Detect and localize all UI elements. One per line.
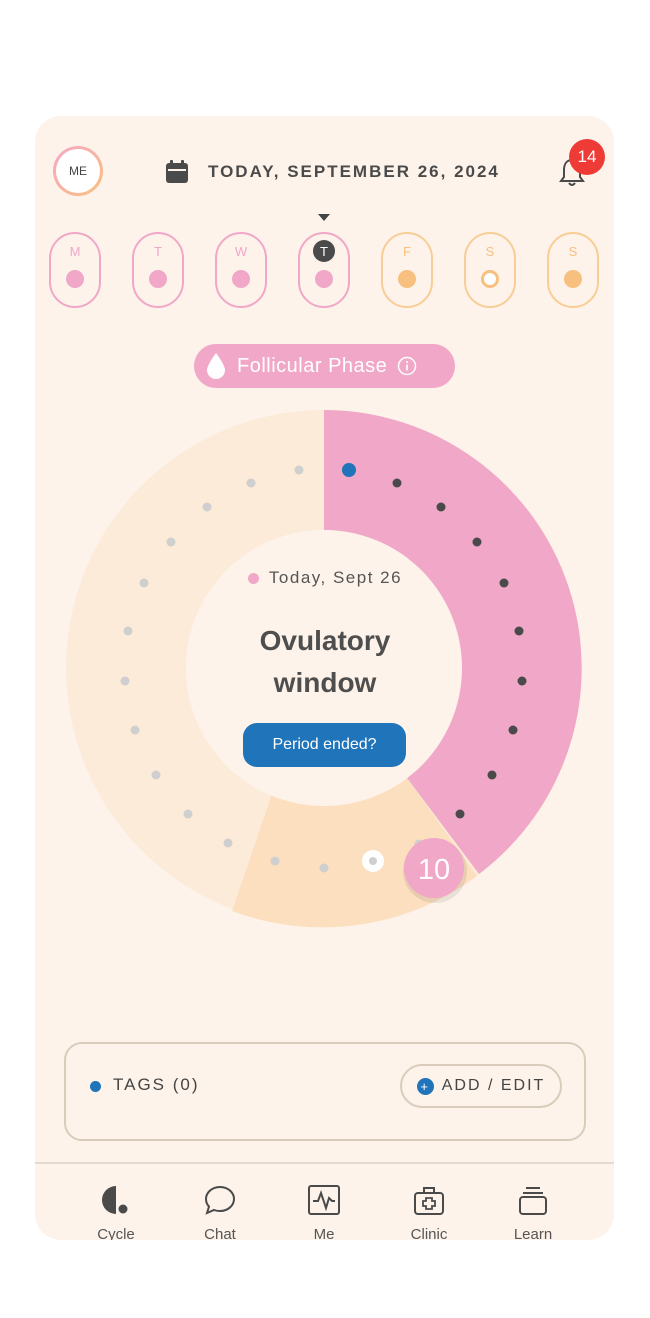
current-day-number: 10 [418,854,450,886]
medical-bag-icon [414,1187,444,1215]
nav-divider [35,1162,614,1164]
day-dot [436,502,446,512]
nav-label: Cycle [97,1226,135,1240]
nav-cycle[interactable]: Cycle [76,1184,156,1240]
add-edit-tags-button[interactable]: + ADD / EDIT [400,1064,562,1108]
activity-icon [308,1185,340,1215]
plus-icon: + [416,1077,434,1095]
nav-label: Chat [204,1226,236,1240]
day-dot [166,537,176,547]
day-dot [508,725,518,735]
bottom-nav: Cycle Chat Me Clinic Learn [35,1166,614,1240]
day-dot [294,465,304,475]
day-dot [183,809,193,819]
nav-learn[interactable]: Learn [493,1184,573,1240]
day-dot [139,578,149,588]
day-dot [487,770,497,780]
day-dot [223,838,233,848]
nav-label: Clinic [410,1226,448,1240]
day-dot [392,478,402,488]
status-line-2: window [273,667,377,698]
day-dot [202,502,212,512]
day-dot [120,676,130,686]
day-dot [455,809,465,819]
nav-me[interactable]: Me [284,1184,364,1240]
nav-chat[interactable]: Chat [180,1184,260,1240]
tags-card: TAGS (0) + ADD / EDIT [64,1042,586,1141]
nav-clinic[interactable]: Clinic [389,1184,469,1240]
cycle-status-title: Ovulatory window [187,620,463,704]
cycle-ring[interactable]: 10 [35,116,614,1016]
day-dot [270,856,280,866]
day-dot [123,626,133,636]
day-dot [514,626,524,636]
today-line: Today, Sept 26 [187,568,463,588]
today-label: Today, Sept 26 [268,568,403,587]
add-edit-label: ADD / EDIT [441,1077,546,1094]
day-dot [517,676,527,686]
status-line-1: Ovulatory [259,625,391,656]
period-dot [247,572,259,584]
tags-dot [90,1081,101,1092]
nav-label: Learn [513,1226,553,1240]
day-dot [472,537,482,547]
nav-label: Me [313,1226,335,1240]
day-dot [246,478,256,488]
day-dot [342,463,356,477]
period-ended-button[interactable]: Period ended? [243,723,406,767]
day-dot [130,725,140,735]
stack-icon [519,1187,547,1215]
app-card: ME TODAY, SEPTEMBER 26, 2024 14 M T W T … [35,116,614,1240]
chat-icon [204,1185,236,1215]
day-dot [499,578,509,588]
cycle-icon [102,1186,128,1214]
day-dot [319,863,329,873]
tags-label: TAGS (0) [113,1075,200,1094]
day-dot [151,770,161,780]
